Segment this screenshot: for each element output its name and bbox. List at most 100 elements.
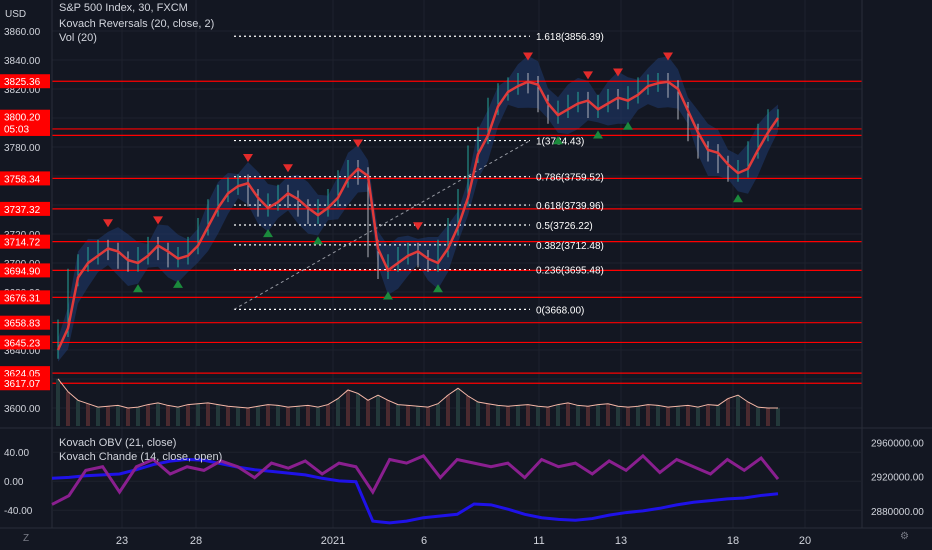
volume-bar <box>606 403 610 426</box>
left-tick-label: -40.00 <box>4 506 33 517</box>
volume-bar <box>216 404 220 426</box>
volume-bar <box>756 407 760 426</box>
volume-bar <box>86 403 90 426</box>
volume-bar <box>716 405 720 426</box>
legend-chande[interactable]: Kovach Chande (14, close, open) <box>59 451 222 463</box>
legend-indicator-volume[interactable]: Vol (20) <box>59 32 97 44</box>
volume-bar <box>136 407 140 426</box>
volume-bar <box>376 395 380 426</box>
volume-bar <box>276 405 280 426</box>
volume-bar <box>386 400 390 426</box>
volume-bar <box>176 407 180 426</box>
volume-bar <box>636 406 640 426</box>
volume-bar <box>406 405 410 426</box>
volume-bar <box>156 402 160 426</box>
volume-bar <box>316 407 320 426</box>
volume-bar <box>766 408 770 426</box>
fib-level-label: 0.786(3759.52) <box>536 173 604 184</box>
volume-bar <box>146 404 150 426</box>
volume-bar <box>516 405 520 426</box>
volume-bar <box>346 390 350 426</box>
left-tick-label: 0.00 <box>4 477 24 488</box>
volume-bar <box>226 406 230 426</box>
legend-symbol[interactable]: S&P 500 Index, 30, FXCM <box>59 2 188 14</box>
volume-bar <box>186 404 190 426</box>
fib-level-label: 0.236(3695.48) <box>536 266 604 277</box>
x-tick-label: 23 <box>116 535 128 547</box>
volume-bar <box>166 405 170 426</box>
auto-scale-button[interactable]: Z <box>23 533 29 544</box>
volume-bar <box>296 406 300 426</box>
volume-bar <box>666 407 670 426</box>
fib-level-label: 0.5(3726.22) <box>536 221 593 232</box>
volume-bar <box>396 404 400 426</box>
volume-bar <box>456 388 460 426</box>
volume-bar <box>736 395 740 426</box>
right-tick-label: 2920000.00 <box>871 473 924 484</box>
price-level-badge-label: 3658.83 <box>4 319 41 330</box>
right-tick-label: 2960000.00 <box>871 438 924 449</box>
left-tick-label: 40.00 <box>4 448 29 459</box>
right-tick-label: 2880000.00 <box>871 507 924 518</box>
y-tick-label: 3780.00 <box>4 143 41 154</box>
price-level-badge-label: 3694.90 <box>4 266 41 277</box>
fib-level-label: 0(3668.00) <box>536 305 584 316</box>
y-tick-label: 3840.00 <box>4 56 41 67</box>
volume-bar <box>326 404 330 426</box>
fib-level-label: 0.382(3712.48) <box>536 241 604 252</box>
volume-bar <box>596 404 600 426</box>
x-tick-label: 6 <box>421 535 427 547</box>
volume-bar <box>206 402 210 426</box>
price-level-badge-label: 3645.23 <box>4 338 41 349</box>
price-level-badge-label: 3758.34 <box>4 174 41 185</box>
volume-bar <box>466 396 470 426</box>
settings-gear-icon[interactable]: ⚙ <box>900 531 909 542</box>
chart-svg: 1.618(3856.39)1(3784.43)0.786(3759.52)0.… <box>0 0 932 550</box>
volume-bar <box>426 407 430 426</box>
volume-bar <box>496 405 500 426</box>
volume-bar <box>486 403 490 426</box>
currency-label: USD <box>5 9 27 20</box>
volume-bar <box>576 405 580 426</box>
x-tick-label: 18 <box>727 535 739 547</box>
volume-bar <box>726 398 730 426</box>
volume-bar <box>676 406 680 426</box>
volume-bar <box>626 407 630 426</box>
volume-bar <box>686 405 690 426</box>
volume-bar <box>646 404 650 426</box>
volume-bar <box>196 403 200 426</box>
volume-bar <box>366 400 370 426</box>
volume-bar <box>66 391 70 426</box>
x-tick-label: 13 <box>615 535 627 547</box>
volume-bar <box>446 395 450 426</box>
legend-indicator-reversals[interactable]: Kovach Reversals (20, close, 2) <box>59 18 214 30</box>
volume-bar <box>656 405 660 426</box>
price-level-badge-label: 3737.32 <box>4 205 41 216</box>
fib-level-label: 0.618(3739.96) <box>536 201 604 212</box>
volume-bar <box>76 400 80 426</box>
x-tick-label: 11 <box>533 535 544 547</box>
volume-bar <box>566 402 570 426</box>
volume-bar <box>556 404 560 426</box>
volume-bar <box>506 406 510 426</box>
volume-bar <box>526 404 530 426</box>
volume-bar <box>96 407 100 426</box>
y-tick-label: 3860.00 <box>4 27 41 38</box>
price-level-badge-label: 3825.36 <box>4 77 41 88</box>
volume-bar <box>56 378 60 426</box>
y-tick-label: 3600.00 <box>4 404 41 415</box>
volume-bar <box>256 406 260 426</box>
volume-bar <box>106 406 110 426</box>
volume-bar <box>616 406 620 426</box>
legend-obv[interactable]: Kovach OBV (21, close) <box>59 437 176 449</box>
volume-bar <box>336 398 340 426</box>
x-tick-label: 20 <box>799 535 811 547</box>
current-price-label: 3800.20 <box>4 113 41 124</box>
x-tick-label: 2021 <box>321 535 345 547</box>
volume-bar <box>236 407 240 426</box>
volume-bar <box>246 408 250 426</box>
volume-bar <box>536 406 540 426</box>
volume-bar <box>776 408 780 426</box>
volume-bar <box>546 407 550 426</box>
x-tick-label: 28 <box>190 535 202 547</box>
